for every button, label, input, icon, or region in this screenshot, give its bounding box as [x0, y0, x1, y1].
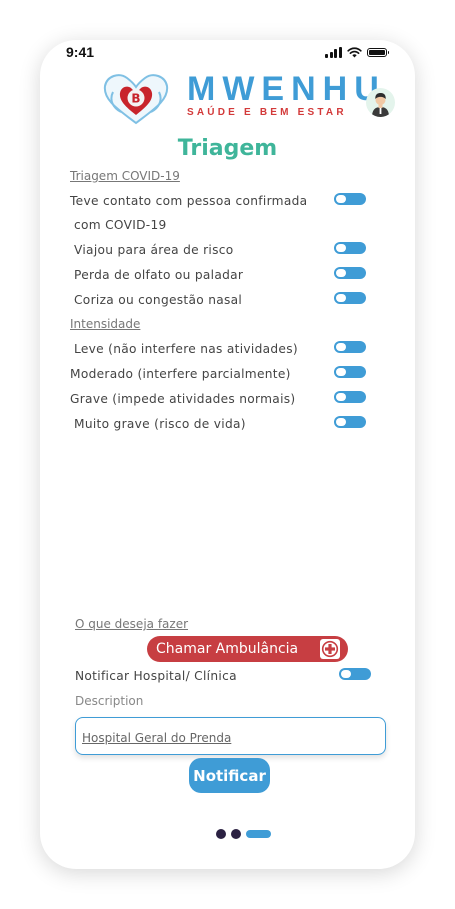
- toggle-nasal-congestion[interactable]: [334, 292, 366, 304]
- signal-icon: [325, 46, 342, 58]
- toggle-intensity-moderate[interactable]: [334, 366, 366, 378]
- intensity-item-label: Leve (não interfere nas atividades): [74, 342, 298, 356]
- call-ambulance-button[interactable]: Chamar Ambulância: [147, 636, 348, 662]
- section-heading-covid: Triagem COVID-19: [70, 169, 180, 183]
- notify-button[interactable]: Notificar: [189, 758, 270, 793]
- wifi-icon: [346, 46, 362, 57]
- status-time: 9:41: [66, 44, 95, 60]
- covid-item-label-continued: com COVID-19: [74, 218, 167, 232]
- brand-name: MWENHU: [187, 70, 386, 108]
- medical-cross-icon: [320, 639, 340, 659]
- toggle-smell-taste-loss[interactable]: [334, 267, 366, 279]
- description-value: Hospital Geral do Prenda: [82, 731, 232, 745]
- section-heading-actions: O que deseja fazer: [75, 617, 189, 631]
- toggle-risk-area-travel[interactable]: [334, 242, 366, 254]
- description-label: Description: [75, 694, 144, 708]
- description-field[interactable]: Hospital Geral do Prenda: [75, 717, 386, 755]
- intensity-item-label: Grave (impede atividades normais): [70, 392, 296, 406]
- user-avatar-icon: [372, 93, 389, 117]
- page-title: Triagem: [177, 136, 278, 161]
- pager-dot-active[interactable]: [246, 830, 271, 838]
- heart-logo-icon: B: [103, 74, 169, 125]
- section-heading-intensity: Intensidade: [70, 317, 141, 331]
- covid-item-label: Viajou para área de risco: [74, 243, 234, 257]
- avatar[interactable]: [366, 88, 395, 117]
- status-icons: [325, 44, 393, 60]
- logo-letter: B: [131, 92, 140, 106]
- toggle-intensity-very-severe[interactable]: [334, 416, 366, 428]
- toggle-intensity-severe[interactable]: [334, 391, 366, 403]
- covid-item-label: Teve contato com pessoa confirmada: [70, 194, 308, 208]
- notify-hospital-label: Notificar Hospital/ Clínica: [75, 669, 237, 683]
- pager-dot[interactable]: [216, 829, 226, 839]
- intensity-item-label: Muito grave (risco de vida): [74, 417, 246, 431]
- battery-icon: [366, 47, 389, 57]
- call-ambulance-label: Chamar Ambulância: [156, 641, 299, 657]
- brand-tagline: SAÚDE E BEM ESTAR: [187, 107, 347, 118]
- intensity-item-label: Moderado (interfere parcialmente): [70, 367, 291, 381]
- covid-item-label: Coriza ou congestão nasal: [74, 293, 243, 307]
- toggle-intensity-mild[interactable]: [334, 341, 366, 353]
- toggle-contact-confirmed[interactable]: [334, 193, 366, 205]
- covid-item-label: Perda de olfato ou paladar: [74, 268, 244, 282]
- pager-dot[interactable]: [231, 829, 241, 839]
- toggle-notify-hospital[interactable]: [339, 668, 371, 680]
